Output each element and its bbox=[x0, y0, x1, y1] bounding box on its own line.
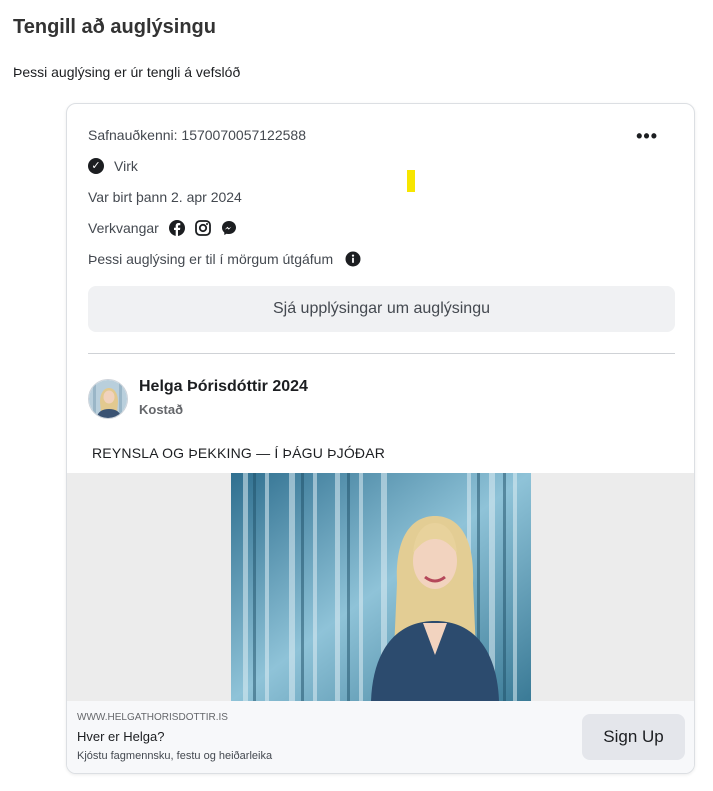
sign-up-button[interactable]: Sign Up bbox=[582, 714, 685, 760]
info-icon[interactable] bbox=[345, 251, 361, 267]
ad-card: Safnauðkenni: 1570070057122588 ••• ✓ Vir… bbox=[66, 103, 695, 774]
page-subtitle: Þessi auglýsing er úr tengli á vefslóð bbox=[13, 64, 241, 80]
author-name[interactable]: Helga Þórisdóttir 2024 bbox=[139, 378, 308, 396]
link-title[interactable]: Hver er Helga? bbox=[77, 729, 164, 744]
see-ad-details-button[interactable]: Sjá upplýsingar um auglýsingu bbox=[88, 286, 675, 332]
status-badge: Virk bbox=[114, 158, 138, 174]
versions-note: Þessi auglýsing er til í mörgum útgáfum bbox=[88, 251, 334, 267]
link-url[interactable]: WWW.HELGATHORISDOTTIR.IS bbox=[77, 712, 228, 723]
check-circle-icon: ✓ bbox=[88, 158, 104, 174]
avatar[interactable] bbox=[88, 379, 128, 419]
divider bbox=[88, 353, 675, 354]
page-title: Tengill að auglýsingu bbox=[13, 16, 216, 38]
link-description: Kjóstu fagmennsku, festu og heiðarleika bbox=[77, 750, 273, 762]
platforms-label: Verkvangar bbox=[88, 220, 159, 236]
sponsored-label: Kostað bbox=[139, 402, 184, 417]
instagram-icon bbox=[194, 220, 211, 236]
status-row: ✓ Virk bbox=[88, 158, 138, 174]
published-date: Var birt þann 2. apr 2024 bbox=[88, 189, 242, 205]
versions-row: Þessi auglýsing er til í mörgum útgáfum bbox=[88, 251, 361, 267]
facebook-icon bbox=[168, 220, 185, 236]
ad-image[interactable] bbox=[231, 473, 531, 701]
ad-media bbox=[67, 473, 694, 701]
ad-body-text: REYNSLA OG ÞEKKING — Í ÞÁGU ÞJÓÐAR bbox=[92, 445, 386, 461]
platforms-row: Verkvangar bbox=[88, 220, 237, 236]
library-id: Safnauðkenni: 1570070057122588 bbox=[88, 127, 306, 143]
messenger-icon bbox=[221, 220, 237, 236]
more-options-button[interactable]: ••• bbox=[636, 126, 658, 147]
highlight-marker bbox=[407, 170, 415, 192]
link-footer[interactable]: WWW.HELGATHORISDOTTIR.IS Hver er Helga? … bbox=[67, 701, 694, 773]
